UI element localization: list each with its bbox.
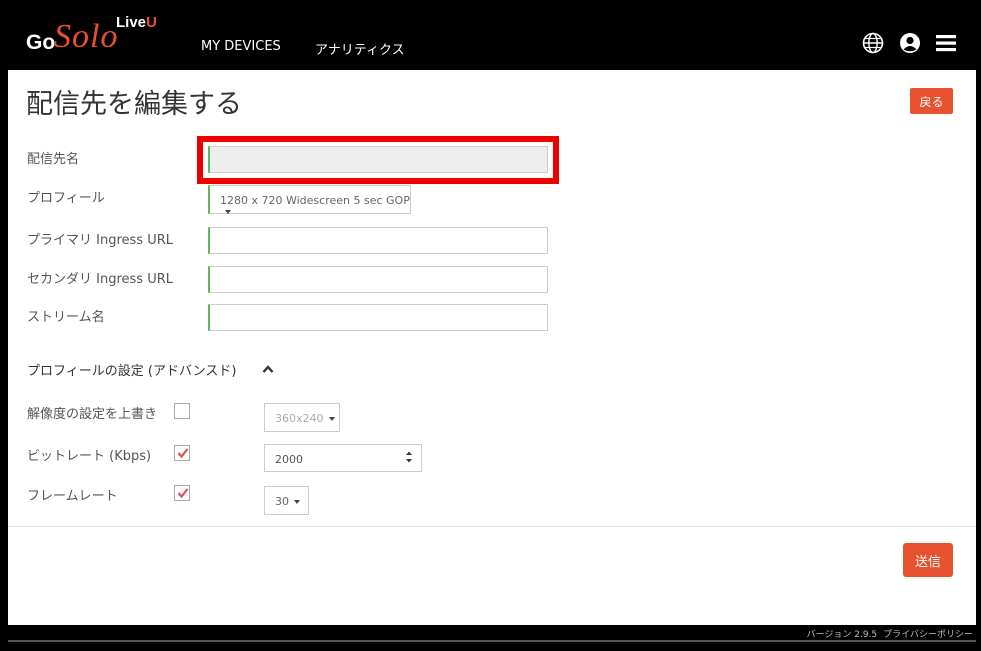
chevron-up-icon[interactable] [262,364,274,374]
nav-my-devices[interactable]: MY DEVICES [201,39,281,54]
logo-live: Live [116,14,147,31]
logo-solo: Solo [54,18,119,55]
edit-destination-panel: 配信先を編集する 戻る 配信先名 プロフィール 1280 x 720 Wides… [8,70,976,625]
advanced-settings-title[interactable]: プロフィールの設定 (アドバンスド) [27,360,236,379]
footer: バージョン 2.9.5 プライバシーポリシー [801,627,973,640]
bitrate-checkbox[interactable] [174,445,190,461]
secondary-url-label: セカンダリ Ingress URL [27,272,173,287]
profile-label: プロフィール [27,191,105,206]
destination-name-label: 配信先名 [27,152,80,167]
back-button[interactable]: 戻る [910,88,953,114]
user-icon[interactable] [899,32,921,54]
primary-url-input[interactable] [208,227,548,254]
gosolo-liveu-logo[interactable]: Go Solo LiveU [26,14,166,62]
section-divider [8,526,976,527]
caret-down-icon [225,210,231,214]
version-text: バージョン 2.9.5 [806,630,878,640]
caret-down-icon [328,417,335,421]
resolution-select[interactable]: 360x240 [264,403,340,432]
stream-name-input[interactable] [208,304,548,331]
profile-select-value: 1280 x 720 Widescreen 5 sec GOP [220,194,410,207]
privacy-policy-link[interactable]: プライバシーポリシー [883,630,973,640]
logo-go: Go [26,31,56,54]
checkmark-icon [177,488,189,499]
resolution-override-checkbox[interactable] [174,403,190,419]
nav-analytics[interactable]: アナリティクス [315,39,405,58]
framerate-checkbox[interactable] [174,485,190,501]
framerate-label: フレームレート [27,489,118,504]
bottom-divider [8,640,976,642]
highlight-annotation [197,136,559,184]
caret-down-icon [294,500,300,504]
framerate-select-value: 30 [275,495,289,508]
resolution-select-value: 360x240 [275,412,324,425]
framerate-select[interactable]: 30 [264,486,309,515]
profile-select[interactable]: 1280 x 720 Widescreen 5 sec GOP [208,185,411,214]
top-navigation-bar: Go Solo LiveU MY DEVICES アナリティクス [0,0,981,70]
spinner-arrows-icon[interactable] [404,447,414,467]
page-title: 配信先を編集する [26,89,242,120]
logo-liveu: LiveU [116,14,157,31]
checkmark-icon [177,448,189,459]
primary-url-label: プライマリ Ingress URL [27,233,173,248]
logo-u: U [146,14,157,31]
resolution-override-label: 解像度の設定を上書き [27,407,158,422]
submit-button[interactable]: 送信 [903,543,953,577]
stream-name-label: ストリーム名 [27,310,105,325]
globe-icon[interactable] [862,32,884,54]
bitrate-label: ビットレート (Kbps) [27,449,152,464]
secondary-url-input[interactable] [208,266,548,293]
menu-icon[interactable] [935,32,957,54]
bitrate-input[interactable]: 2000 [264,444,422,472]
